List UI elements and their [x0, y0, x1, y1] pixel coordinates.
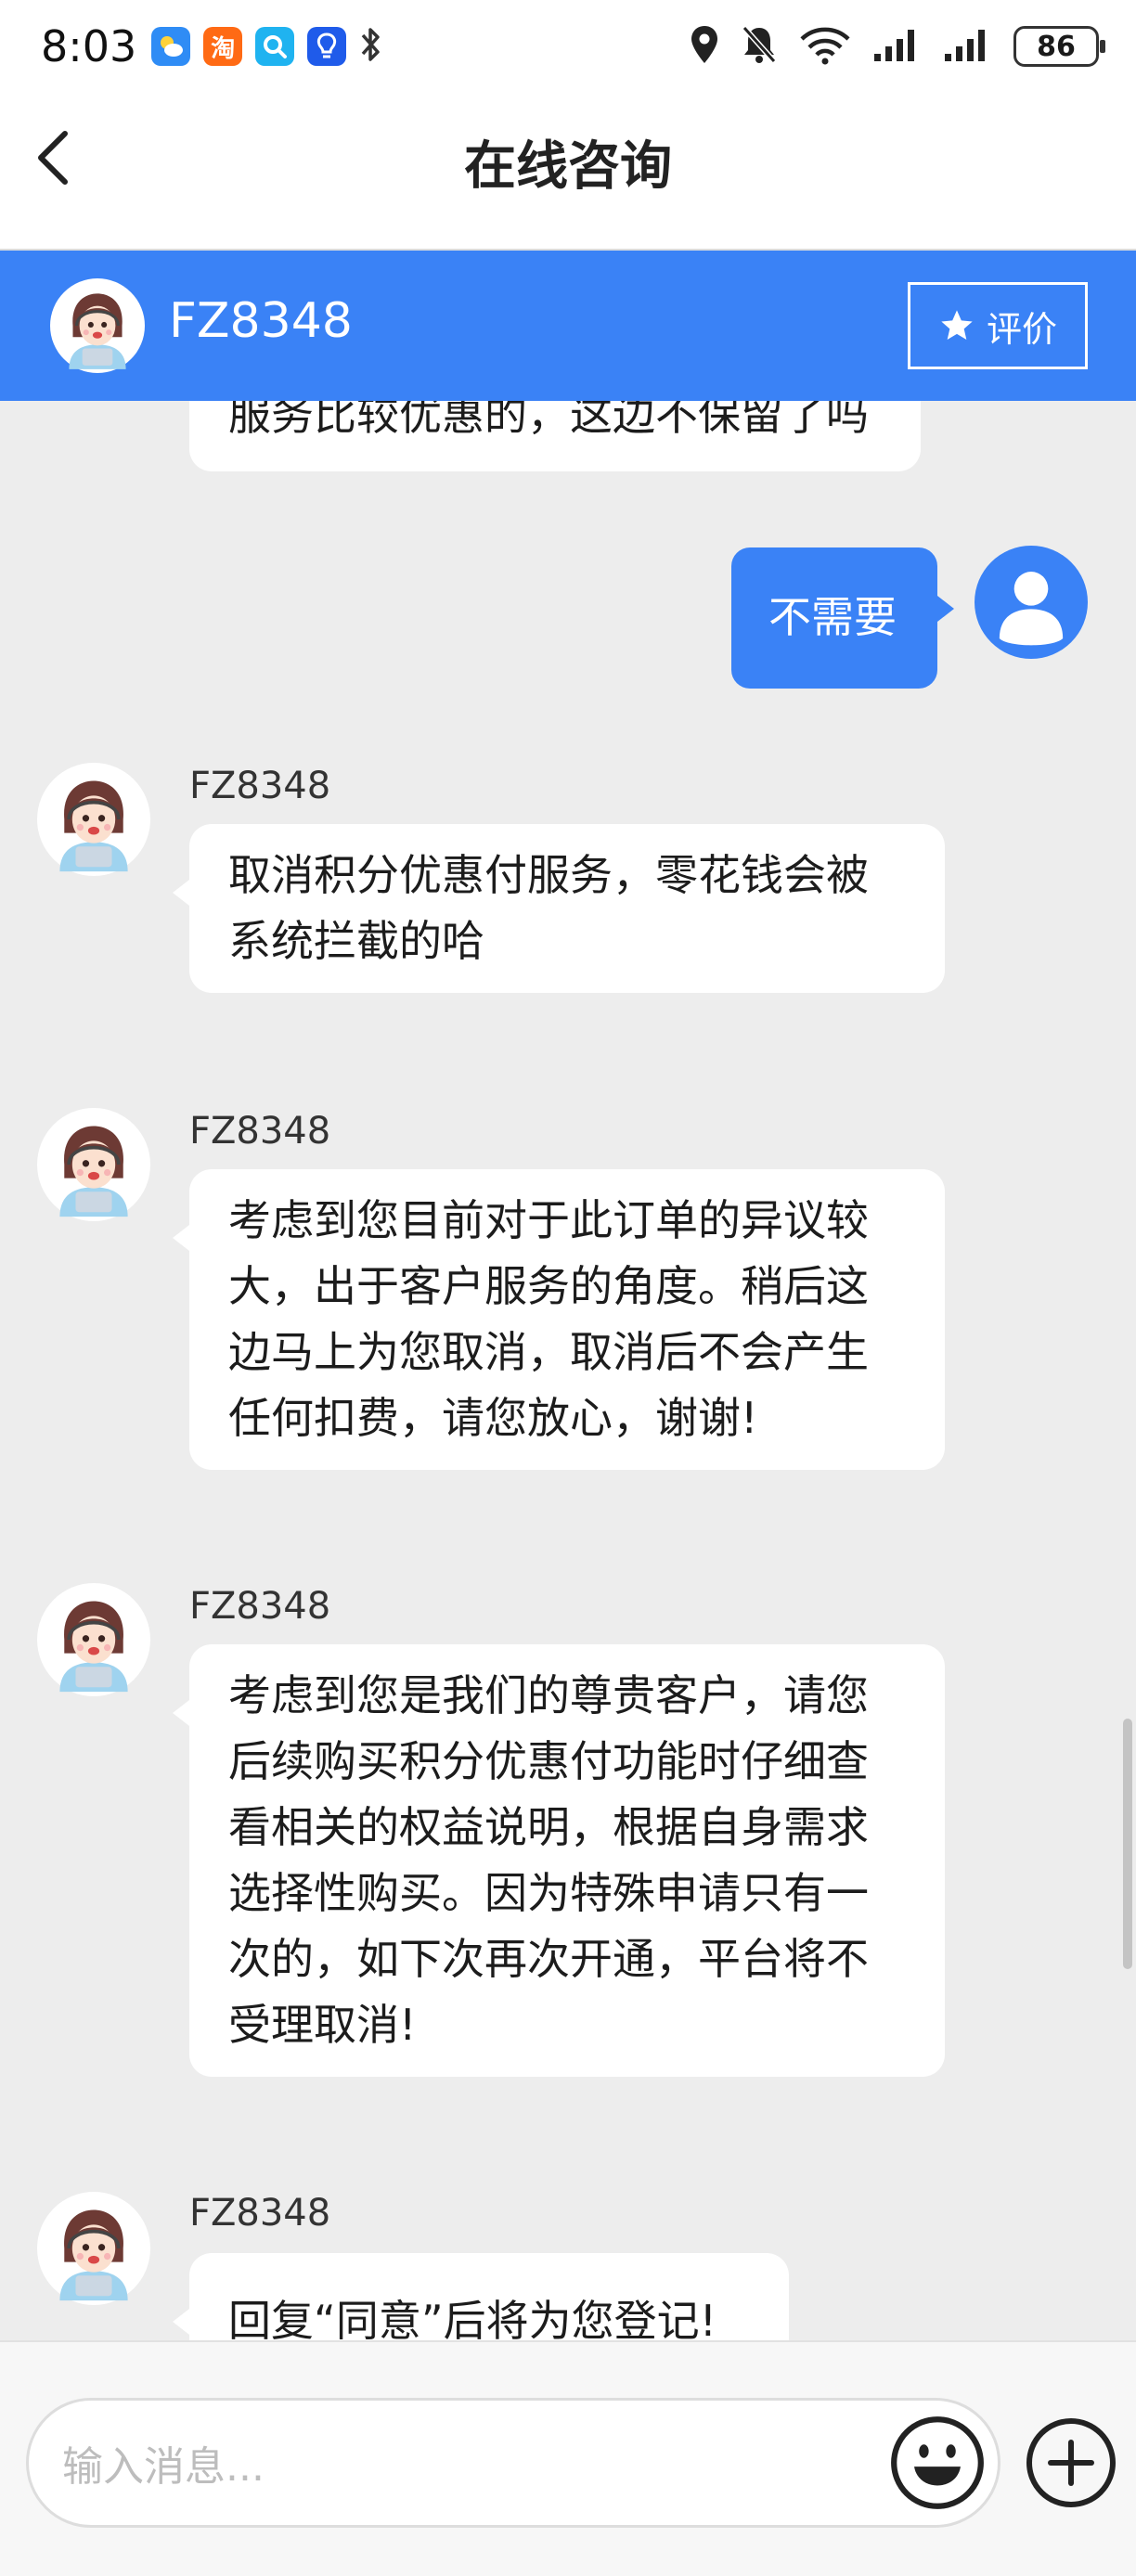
message-bubble: 取消积分优惠付服务，零花钱会被 系统拦截的哈 [173, 824, 945, 993]
sender-name: FZ8348 [189, 765, 331, 807]
user-avatar[interactable] [975, 546, 1088, 659]
bulb-app-icon [307, 27, 347, 66]
page-title: 在线咨询 [464, 136, 672, 197]
wifi-icon [798, 24, 852, 69]
input-bar: 输入消息... [0, 2340, 1136, 2576]
add-icon[interactable] [1025, 2416, 1117, 2509]
message-line: 受理取消! [228, 2000, 417, 2050]
message-text: 服务比较优惠的，这边不保留了吗 [228, 401, 869, 440]
chat-area[interactable]: 服务比较优惠的，这边不保留了吗 不需要 FZ8348 取消积分优惠付服务，零花钱… [0, 401, 1136, 2340]
message-line: 系统拦截的哈 [228, 916, 484, 966]
agent-header: FZ8348 评价 [0, 251, 1136, 401]
agent-avatar[interactable] [37, 1583, 150, 1696]
taobao-app-icon: 淘 [203, 27, 243, 66]
agent-name: FZ8348 [169, 293, 353, 349]
message-line: 边马上为您取消，取消后不会产生 [228, 1327, 869, 1377]
sender-name: FZ8348 [189, 2192, 331, 2235]
signal-icon [872, 26, 923, 67]
agent-avatar[interactable] [37, 1108, 150, 1221]
agent-avatar [50, 278, 145, 373]
message-text: 回复“同意”后将为您登记! [228, 2296, 717, 2340]
message-bubble: 考虑到您是我们的尊贵客户，请您 后续购买积分优惠付功能时仔细查 看相关的权益说明… [173, 1644, 945, 2077]
message-bubble-user: 不需要 [731, 547, 954, 689]
rate-button[interactable]: 评价 [908, 282, 1088, 369]
system-status-icons: 86 [689, 24, 1105, 69]
sender-name: FZ8348 [189, 1110, 331, 1153]
message-bubble: 考虑到您目前对于此订单的异议较 大，出于客户服务的角度。稍后这 边马上为您取消，… [173, 1169, 945, 1470]
agent-avatar[interactable] [37, 763, 150, 876]
message-line: 看相关的权益说明，根据自身需求 [228, 1802, 869, 1852]
message-line: 考虑到您是我们的尊贵客户，请您 [228, 1670, 869, 1720]
message-line: 次的，如下次再次开通，平台将不 [228, 1934, 869, 1984]
message-line: 选择性购买。因为特殊申请只有一 [228, 1868, 869, 1918]
signal-icon [943, 26, 993, 67]
location-icon [689, 24, 720, 69]
star-icon [941, 310, 973, 340]
message-line: 考虑到您目前对于此订单的异议较 [228, 1195, 869, 1245]
message-bubble: 回复“同意”后将为您登记! [173, 2253, 789, 2340]
message-line: 后续购买积分优惠付功能时仔细查 [228, 1736, 869, 1786]
search-app-icon [255, 27, 295, 66]
bluetooth-icon [359, 26, 383, 67]
sender-name: FZ8348 [189, 1585, 331, 1628]
status-bar: 8:03 淘 86 [0, 0, 1136, 93]
message-bubble: 服务比较优惠的，这边不保留了吗 [189, 401, 921, 471]
rate-label: 评价 [986, 308, 1057, 350]
message-line: 大，出于客户服务的角度。稍后这 [228, 1261, 869, 1311]
battery-indicator: 86 [1013, 26, 1105, 67]
status-time: 8:03 [41, 21, 137, 71]
agent-avatar[interactable] [37, 2192, 150, 2305]
message-input[interactable]: 输入消息... [26, 2398, 1000, 2528]
input-placeholder: 输入消息... [62, 2443, 265, 2491]
weather-app-icon [151, 27, 191, 66]
mute-icon [741, 24, 778, 69]
message-line: 任何扣费，请您放心，谢谢! [228, 1393, 758, 1443]
emoji-icon[interactable] [889, 2415, 986, 2511]
title-bar: 在线咨询 [0, 93, 1136, 251]
notification-icons: 淘 [151, 26, 383, 67]
scrollbar[interactable] [1123, 1719, 1132, 1969]
message-text: 不需要 [768, 592, 897, 642]
message-line: 取消积分优惠付服务，零花钱会被 [228, 850, 869, 900]
